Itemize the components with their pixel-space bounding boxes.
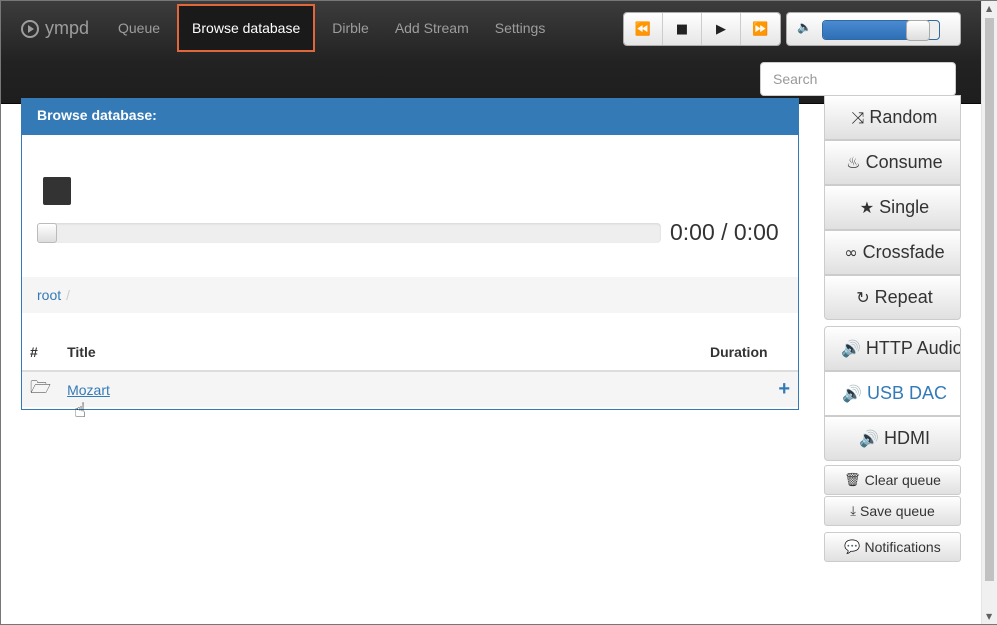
nav-queue[interactable]: Queue xyxy=(105,4,173,52)
fast-backward-icon: ⏪ xyxy=(634,21,652,37)
breadcrumb-root[interactable]: root xyxy=(37,287,61,303)
transport-controls: ⏪ ■ ▶ ⏩ xyxy=(623,12,781,46)
volume-handle[interactable] xyxy=(905,20,930,41)
search-input[interactable] xyxy=(760,62,956,96)
mode-button-group: ⤨ Random ♨ Consume ★ Single ∞ Crossfade ↻ Rep… xyxy=(824,95,961,320)
crossfade-button[interactable]: ∞ Crossfade xyxy=(824,230,961,275)
previous-button[interactable]: ⏪ xyxy=(624,13,663,45)
play-circle-icon xyxy=(21,19,39,38)
shuffle-icon: ⤨ xyxy=(851,107,865,127)
scrollbar-thumb[interactable] xyxy=(985,18,994,581)
brand-label: ympd xyxy=(45,18,90,38)
playback-options: ⤨ Random ♨ Consume ★ Single ∞ Crossfade ↻ Rep… xyxy=(824,95,961,562)
nav-browse-database[interactable]: Browse database xyxy=(177,4,316,52)
random-button[interactable]: ⤨ Random xyxy=(824,95,961,140)
consume-label: Consume xyxy=(865,152,943,172)
stop-icon: ■ xyxy=(675,21,689,37)
navbar: ympd Queue Browse database Dirble Add St… xyxy=(1,1,981,104)
nav-dirble[interactable]: Dirble xyxy=(319,4,382,52)
repeat-icon: ↻ xyxy=(856,288,870,307)
clear-queue-label: Clear queue xyxy=(864,472,941,488)
elapsed-time: 0:00 / 0:00 xyxy=(670,219,779,245)
nav-add-stream[interactable]: Add Stream xyxy=(382,4,482,52)
row-duration-cell: + xyxy=(702,371,798,407)
breadcrumb: root / xyxy=(22,277,798,313)
folder-link-mozart[interactable]: Mozart xyxy=(67,382,110,398)
progress-handle[interactable] xyxy=(37,223,57,243)
single-label: Single xyxy=(879,197,930,217)
volume-control: 🔈 xyxy=(786,12,961,46)
breadcrumb-separator: / xyxy=(66,287,71,303)
play-button[interactable]: ▶ xyxy=(702,13,741,45)
row-icon-cell: 🗁 xyxy=(22,371,60,407)
hdmi-label: HDMI xyxy=(883,428,930,448)
link-icon: ∞ xyxy=(844,243,858,262)
save-queue-label: Save queue xyxy=(860,503,935,519)
database-table: # Title Duration 🗁 Mozart + xyxy=(22,334,798,407)
fast-forward-icon: ⏩ xyxy=(752,21,769,37)
notifications-label: Notifications xyxy=(864,539,941,555)
hand-cursor-icon: ☝ xyxy=(74,398,87,422)
song-progress-bar[interactable] xyxy=(37,223,661,243)
usb-dac-label: USB DAC xyxy=(866,383,947,403)
column-header-number: # xyxy=(22,334,60,372)
random-label: Random xyxy=(869,107,938,127)
volume-icon: 🔈 xyxy=(797,20,812,34)
brand[interactable]: ympd xyxy=(21,18,89,39)
next-button[interactable]: ⏩ xyxy=(741,13,780,45)
stop-button[interactable]: ■ xyxy=(663,13,702,45)
notifications-button[interactable]: 💬 Notifications xyxy=(824,532,961,562)
folder-open-icon: 🗁 xyxy=(30,378,52,398)
queue-action-group: 🗑 Clear queue ⤓ Save queue 💬 Notifications xyxy=(824,465,961,562)
vertical-scrollbar[interactable]: ▲ ▼ xyxy=(981,1,997,624)
http-audio-label: HTTP Audio xyxy=(865,338,961,358)
column-header-duration: Duration xyxy=(702,334,798,372)
table-header-row: # Title Duration xyxy=(22,334,798,372)
clear-queue-button[interactable]: 🗑 Clear queue xyxy=(824,465,961,495)
single-button[interactable]: ★ Single xyxy=(824,185,961,230)
download-icon: ⤓ xyxy=(850,503,856,519)
row-title-cell: Mozart xyxy=(59,371,702,407)
browse-panel: Browse database: 0:00 / 0:00 root / # Tit… xyxy=(21,98,799,422)
star-icon: ★ xyxy=(859,198,875,217)
speaker-icon: 🔊 xyxy=(841,339,861,358)
crossfade-label: Crossfade xyxy=(862,242,945,262)
play-icon: ▶ xyxy=(716,21,726,37)
output-http-audio-button[interactable]: 🔊 HTTP Audio xyxy=(824,326,961,371)
stop-square-icon[interactable] xyxy=(43,177,71,205)
fire-icon: ♨ xyxy=(846,153,861,172)
main-nav: Queue Browse database Dirble Add Stream … xyxy=(105,4,558,52)
comment-icon: 💬 xyxy=(844,539,861,555)
column-header-title: Title xyxy=(59,334,702,372)
output-hdmi-button[interactable]: 🔊 HDMI xyxy=(824,416,961,461)
add-to-queue-icon[interactable]: + xyxy=(778,378,790,400)
repeat-label: Repeat xyxy=(874,287,933,307)
speaker-icon: 🔊 xyxy=(842,384,862,403)
scroll-down-arrow-icon[interactable]: ▼ xyxy=(986,612,992,621)
consume-button[interactable]: ♨ Consume xyxy=(824,140,961,185)
volume-fill xyxy=(823,21,919,39)
panel-heading: Browse database: xyxy=(22,98,798,135)
output-usb-dac-button[interactable]: 🔊 USB DAC xyxy=(824,371,961,416)
repeat-button[interactable]: ↻ Repeat xyxy=(824,275,961,320)
output-button-group: 🔊 HTTP Audio 🔊 USB DAC 🔊 HDMI xyxy=(824,326,961,461)
save-queue-button[interactable]: ⤓ Save queue xyxy=(824,496,961,526)
table-row[interactable]: 🗁 Mozart + xyxy=(22,371,798,407)
trash-icon: 🗑 xyxy=(844,472,861,488)
speaker-icon: 🔊 xyxy=(859,429,879,448)
scroll-up-arrow-icon[interactable]: ▲ xyxy=(986,4,992,13)
nav-settings[interactable]: Settings xyxy=(482,4,559,52)
